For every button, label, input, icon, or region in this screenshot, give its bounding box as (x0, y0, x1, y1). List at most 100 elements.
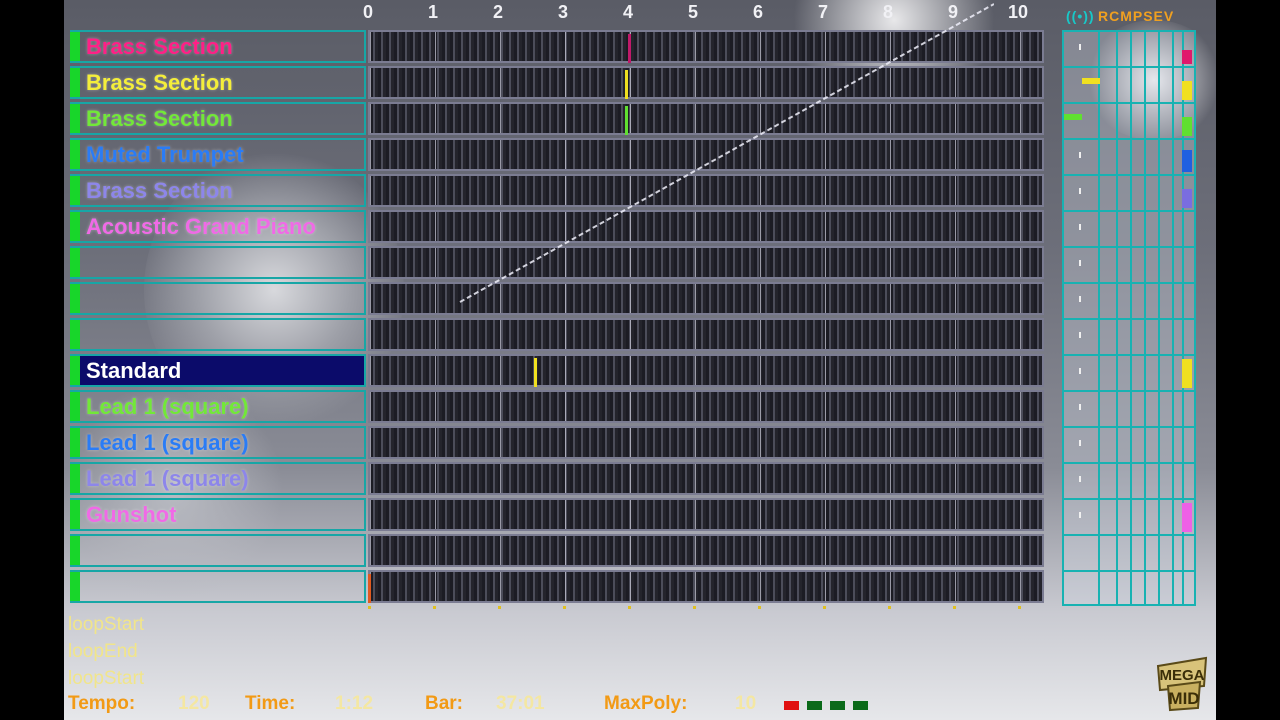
mixer-row-line (1064, 210, 1194, 212)
track-name-cell[interactable]: Brass Section (70, 30, 366, 63)
track-name-cell[interactable] (70, 282, 366, 315)
track-active-indicator[interactable] (70, 320, 80, 349)
bar-number: 8 (882, 2, 893, 22)
track-name: Gunshot (86, 502, 177, 527)
maxpoly-value: 10 (735, 693, 757, 714)
track-name-cell[interactable] (70, 534, 366, 567)
track-note-grid[interactable] (368, 138, 1044, 171)
mixer-panel[interactable] (1062, 30, 1196, 606)
pan-center-tick (1079, 440, 1081, 446)
bar-number: 3 (557, 2, 568, 22)
mixer-row-line (1064, 354, 1194, 356)
track-name: Muted Trumpet (86, 142, 244, 167)
track-name-cell[interactable]: Gunshot (70, 498, 366, 531)
track-name-cell[interactable]: Lead 1 (square) (70, 390, 366, 423)
track-name: Brass Section (86, 34, 233, 59)
pan-center-tick (1079, 260, 1081, 266)
track-active-indicator[interactable] (70, 500, 80, 529)
bar-label: Bar: (425, 693, 464, 714)
track-note-grid[interactable] (368, 354, 1044, 387)
tempo-value: 120 (178, 693, 210, 714)
track-name: Standard (86, 358, 182, 383)
bar-number: 9 (947, 2, 958, 22)
track-name: Brass Section (86, 70, 233, 95)
mixer-row-line (1064, 282, 1194, 284)
track-active-indicator[interactable] (70, 536, 80, 565)
track-active-indicator[interactable] (70, 572, 80, 601)
bar-number: 2 (492, 2, 503, 22)
bar-number: 6 (752, 2, 763, 22)
bar-number: 5 (687, 2, 698, 22)
mixer-row-line (1064, 66, 1194, 68)
mixer-row-line (1064, 534, 1194, 536)
track-name-cell[interactable]: Lead 1 (square) (70, 462, 366, 495)
track-name-cell[interactable] (70, 570, 366, 603)
track-active-indicator[interactable] (70, 284, 80, 313)
track-name-cell[interactable]: Acoustic Grand Piano (70, 210, 366, 243)
track-note-grid[interactable] (368, 498, 1044, 531)
track-note-grid[interactable] (368, 174, 1044, 207)
track-name: Lead 1 (square) (86, 430, 249, 455)
track-level-meter (1182, 359, 1192, 388)
mixer-row-line (1064, 426, 1194, 428)
track-active-indicator[interactable] (70, 212, 80, 241)
track-active-indicator[interactable] (70, 68, 80, 97)
track-note-grid[interactable] (368, 390, 1044, 423)
track-note-grid[interactable] (368, 66, 1044, 99)
player-window: 0 1 2 3 4 5 6 7 8 9 10 ((•)) RCMPSEV Brass Section… (64, 0, 1216, 720)
track-note-grid[interactable] (368, 30, 1044, 63)
pan-center-tick (1079, 476, 1081, 482)
track-name-cell[interactable]: Brass Section (70, 102, 366, 135)
pan-indicator (1064, 114, 1082, 120)
track-active-indicator[interactable] (70, 32, 80, 61)
track-note-grid[interactable] (368, 210, 1044, 243)
pan-center-tick (1079, 224, 1081, 230)
track-name-cell[interactable]: Brass Section (70, 66, 366, 99)
track-note-grid[interactable] (368, 570, 1044, 603)
track-name-cell[interactable]: Standard (70, 354, 366, 387)
mixer-row-line (1064, 570, 1194, 572)
track-active-indicator[interactable] (70, 392, 80, 421)
bar-dot (433, 606, 436, 609)
track-name-cell[interactable] (70, 318, 366, 351)
track-active-indicator[interactable] (70, 248, 80, 277)
time-label: Time: (245, 693, 296, 714)
note-marker (624, 106, 628, 135)
track-level-meter (1182, 81, 1192, 100)
track-name-cell[interactable]: Lead 1 (square) (70, 426, 366, 459)
track-name-cell[interactable]: Muted Trumpet (70, 138, 366, 171)
pan-center-tick (1079, 296, 1081, 302)
note-marker (368, 574, 371, 603)
track-active-indicator[interactable] (70, 176, 80, 205)
track-note-grid[interactable] (368, 462, 1044, 495)
mixer-row-line (1064, 246, 1194, 248)
mixer-row-line (1064, 138, 1194, 140)
track-name: Lead 1 (square) (86, 466, 249, 491)
svg-text:MID: MID (1168, 689, 1199, 708)
track-note-grid[interactable] (368, 426, 1044, 459)
poly-led (807, 701, 822, 710)
bar-dot (628, 606, 631, 609)
track-active-indicator[interactable] (70, 140, 80, 169)
bar-number: 0 (362, 2, 373, 22)
track-name: Brass Section (86, 178, 233, 203)
track-active-indicator[interactable] (70, 104, 80, 133)
track-name-cell[interactable]: Brass Section (70, 174, 366, 207)
track-note-grid[interactable] (368, 282, 1044, 315)
track-active-indicator[interactable] (70, 356, 80, 385)
track-level-meter (1182, 150, 1192, 172)
track-name-cell[interactable] (70, 246, 366, 279)
note-marker (533, 358, 537, 387)
track-active-indicator[interactable] (70, 428, 80, 457)
track-note-grid[interactable] (368, 318, 1044, 351)
track-note-grid[interactable] (368, 102, 1044, 135)
track-note-grid[interactable] (368, 534, 1044, 567)
pan-center-tick (1079, 332, 1081, 338)
track-note-grid[interactable] (368, 246, 1044, 279)
track-active-indicator[interactable] (70, 464, 80, 493)
poly-led (784, 701, 799, 710)
track-level-meter (1182, 50, 1192, 64)
bar-number: 7 (817, 2, 828, 22)
pan-center-tick (1079, 152, 1081, 158)
note-marker (624, 70, 628, 99)
